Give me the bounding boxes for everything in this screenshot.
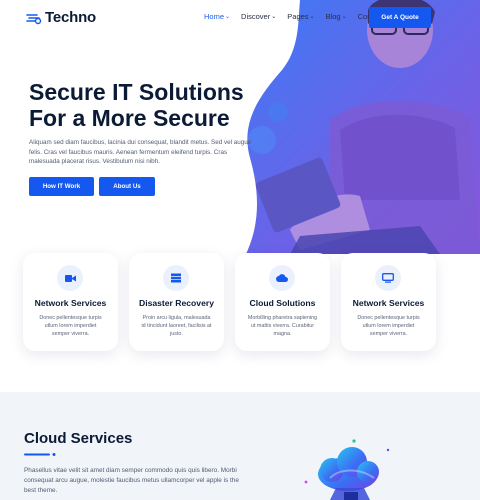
menu-item-label: Pages <box>287 12 309 21</box>
get-a-quote-button[interactable]: Get A Quote <box>369 7 431 28</box>
chevron-down-icon: ⌄ <box>309 14 315 20</box>
about-us-button[interactable]: About Us <box>99 177 155 196</box>
menu-item-pages[interactable]: Pages ⌄ <box>287 12 314 21</box>
cloud-illustration <box>304 439 390 500</box>
chevron-down-icon: ⌄ <box>271 14 277 20</box>
page: Techno Home ⌄ Discover ⌄ Pages ⌄ Blog ⌄ … <box>0 0 480 500</box>
logo-icon <box>26 13 42 24</box>
section-description: Phasellus vitae velit sit amet diam semp… <box>24 467 239 494</box>
hero-buttons: How IT Work About Us <box>29 177 155 196</box>
section-title: Cloud Services <box>24 430 133 447</box>
main-menu: Home ⌄ Discover ⌄ Pages ⌄ Blog ⌄ Contact… <box>204 12 390 21</box>
service-card[interactable]: Cloud Solutions Morbilling pharetra sapi… <box>235 253 330 351</box>
menu-item-discover[interactable]: Discover ⌄ <box>241 12 276 21</box>
chevron-down-icon: ⌄ <box>225 14 231 20</box>
hero-title-line: Secure IT Solutions <box>29 79 244 105</box>
logo-text: Techno <box>45 9 97 26</box>
service-card-title: Network Services <box>352 298 425 308</box>
navbar: Techno Home ⌄ Discover ⌄ Pages ⌄ Blog ⌄ … <box>0 0 480 36</box>
menu-item-blog[interactable]: Blog ⌄ <box>326 12 347 21</box>
logo[interactable]: Techno <box>26 9 96 26</box>
video-camera-icon <box>57 265 83 291</box>
chevron-down-icon: ⌄ <box>341 14 347 20</box>
cloud-icon <box>269 265 295 291</box>
monitor-icon <box>375 265 401 291</box>
service-card-text: Morbilling pharetra sapiening ut mattis … <box>247 315 318 337</box>
service-card[interactable]: Disaster Recovery Proin arcu ligula, mal… <box>129 253 224 351</box>
hero-title-line: For a More Secure <box>29 105 230 131</box>
service-card[interactable]: Network Services Donec pellentesque turp… <box>341 253 436 351</box>
service-card-title: Cloud Solutions <box>249 298 316 308</box>
server-icon <box>163 265 189 291</box>
menu-item-label: Discover <box>241 12 271 21</box>
service-card-title: Disaster Recovery <box>138 298 214 308</box>
menu-item-label: Home <box>204 12 225 21</box>
service-card-text: Proin arcu ligula, malesuada id tincidun… <box>141 315 212 337</box>
title-divider <box>24 453 56 456</box>
hero-description: Aliquam sed diam faucibus, lacinia dui c… <box>29 139 252 165</box>
service-card-text: Donec pellentesque turpis utlum lorem im… <box>357 315 420 337</box>
service-card-text: Donec pellentesque turpis utlum lorem im… <box>39 315 102 337</box>
menu-item-label: Blog <box>325 12 341 21</box>
cloud-services-section: Cloud Services Phasellus vitae velit sit… <box>0 392 480 500</box>
menu-item-home[interactable]: Home ⌄ <box>204 12 230 21</box>
service-card-title: Network Services <box>34 298 107 308</box>
hero-title: Secure IT Solutions For a More Secure <box>29 79 269 131</box>
how-it-work-button[interactable]: How IT Work <box>29 177 94 196</box>
service-card[interactable]: Network Services Donec pellentesque turp… <box>23 253 118 351</box>
